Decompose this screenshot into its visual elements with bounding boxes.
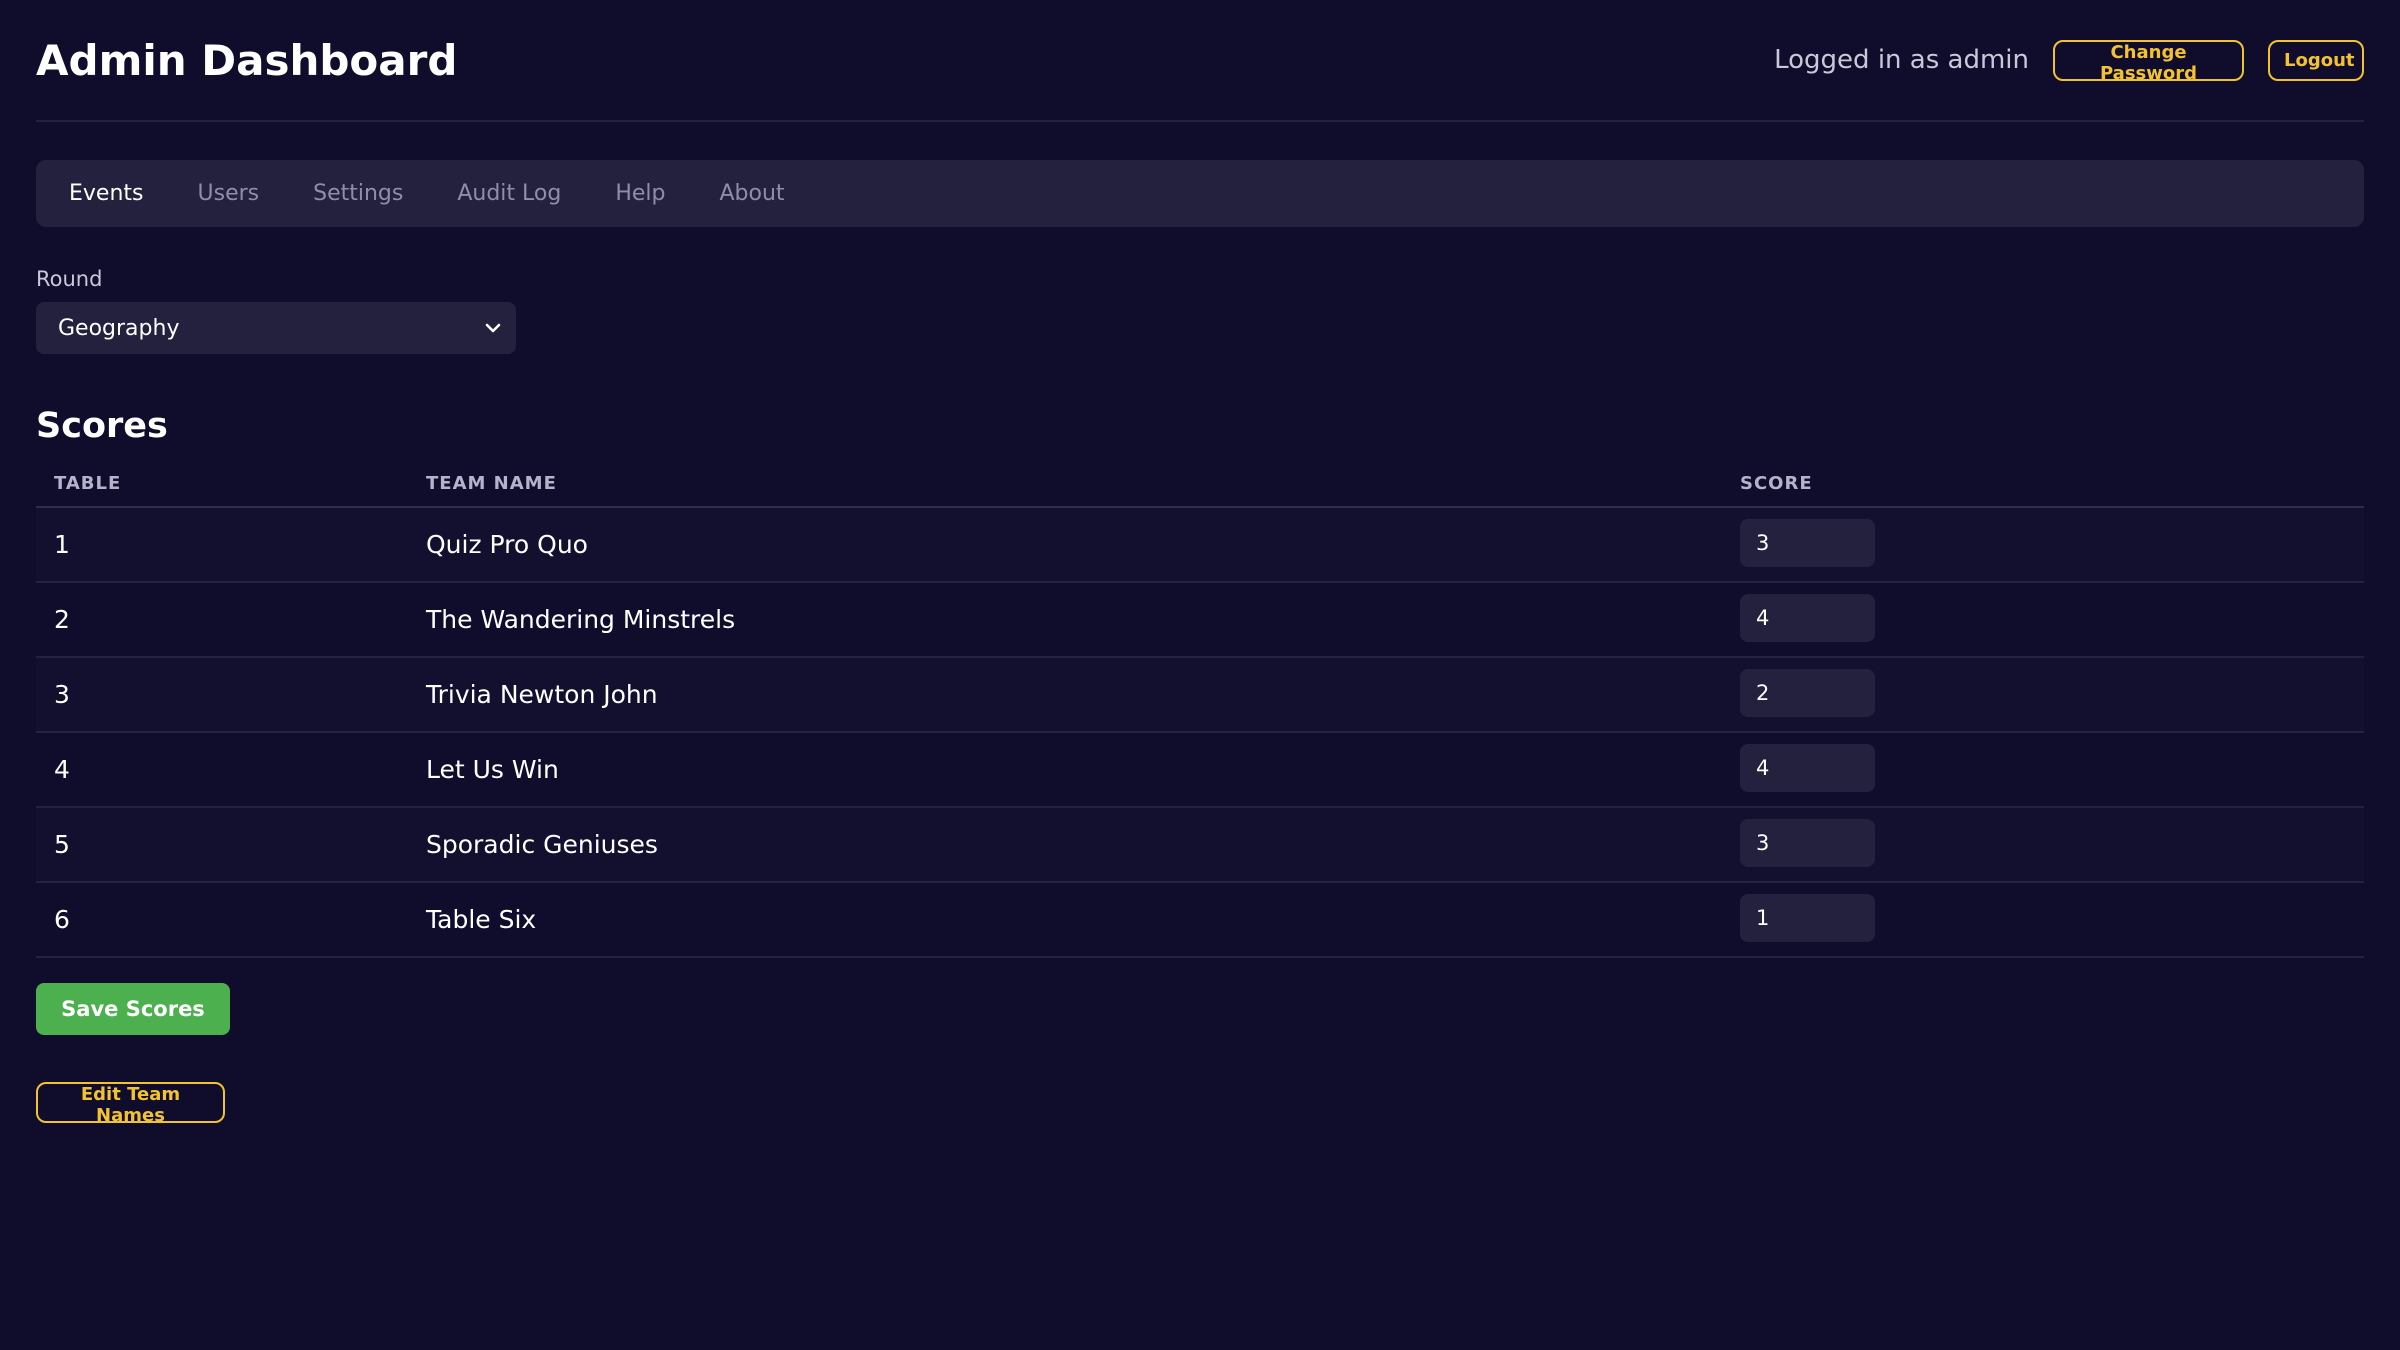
score-input[interactable] xyxy=(1740,819,1875,867)
table-row: 1 Quiz Pro Quo xyxy=(36,508,2364,583)
score-input[interactable] xyxy=(1740,594,1875,642)
table-number-cell: 3 xyxy=(54,680,70,709)
scores-table: TABLE TEAM NAME SCORE 1 Quiz Pro Quo 2 T… xyxy=(36,460,2364,958)
round-select[interactable]: Geography xyxy=(36,302,516,354)
table-number-cell: 4 xyxy=(54,755,70,784)
column-header-table: TABLE xyxy=(54,472,122,494)
column-header-team-name: TEAM NAME xyxy=(426,472,557,494)
score-cell xyxy=(1740,894,2364,942)
team-name-cell: The Wandering Minstrels xyxy=(426,605,736,634)
score-cell xyxy=(1740,744,2364,792)
table-row: 6 Table Six xyxy=(36,883,2364,958)
table-number-cell: 2 xyxy=(54,605,70,634)
logout-button[interactable]: Logout xyxy=(2268,39,2364,81)
edit-team-names-button[interactable]: Edit Team Names xyxy=(36,1082,225,1126)
score-input[interactable] xyxy=(1740,894,1875,942)
table-row: 4 Let Us Win xyxy=(36,733,2364,808)
score-cell xyxy=(1740,594,2364,642)
chevron-down-icon xyxy=(484,322,502,334)
team-name-cell: Table Six xyxy=(426,905,537,934)
score-cell xyxy=(1740,669,2364,717)
logged-in-status: Logged in as admin xyxy=(1774,45,2029,75)
save-scores-button[interactable]: Save Scores xyxy=(36,983,230,1035)
score-cell xyxy=(1740,819,2364,867)
team-name-cell: Quiz Pro Quo xyxy=(426,530,588,559)
team-name-cell: Trivia Newton John xyxy=(426,680,658,709)
nav-item-settings[interactable]: Settings xyxy=(313,181,403,206)
nav-item-help[interactable]: Help xyxy=(615,181,665,206)
team-name-cell: Sporadic Geniuses xyxy=(426,830,658,859)
nav-item-about[interactable]: About xyxy=(719,181,784,206)
change-password-button[interactable]: Change Password xyxy=(2053,39,2244,84)
table-body: 1 Quiz Pro Quo 2 The Wandering Minstrels… xyxy=(36,508,2364,958)
table-row: 3 Trivia Newton John xyxy=(36,658,2364,733)
header: Admin Dashboard Logged in as admin Chang… xyxy=(36,0,2364,122)
nav-item-events[interactable]: Events xyxy=(69,181,144,206)
nav-item-users[interactable]: Users xyxy=(198,181,260,206)
admin-dashboard-page: Admin Dashboard Logged in as admin Chang… xyxy=(0,0,2400,1350)
table-number-cell: 1 xyxy=(54,530,70,559)
table-row: 5 Sporadic Geniuses xyxy=(36,808,2364,883)
nav-bar: Events Users Settings Audit Log Help Abo… xyxy=(36,160,2364,227)
round-label: Round xyxy=(36,267,103,291)
score-input[interactable] xyxy=(1740,519,1875,567)
table-number-cell: 6 xyxy=(54,905,70,934)
page-title: Admin Dashboard xyxy=(36,35,458,85)
table-number-cell: 5 xyxy=(54,830,70,859)
header-actions: Logged in as admin Change Password Logou… xyxy=(1774,39,2364,84)
team-name-cell: Let Us Win xyxy=(426,755,559,784)
score-input[interactable] xyxy=(1740,669,1875,717)
table-header: TABLE TEAM NAME SCORE xyxy=(36,460,2364,508)
score-input[interactable] xyxy=(1740,744,1875,792)
column-header-score: SCORE xyxy=(1740,472,1813,494)
score-cell xyxy=(1740,519,2364,567)
scores-heading: Scores xyxy=(36,406,168,446)
round-select-value: Geography xyxy=(58,315,180,341)
table-row: 2 The Wandering Minstrels xyxy=(36,583,2364,658)
nav-item-audit-log[interactable]: Audit Log xyxy=(457,181,561,206)
